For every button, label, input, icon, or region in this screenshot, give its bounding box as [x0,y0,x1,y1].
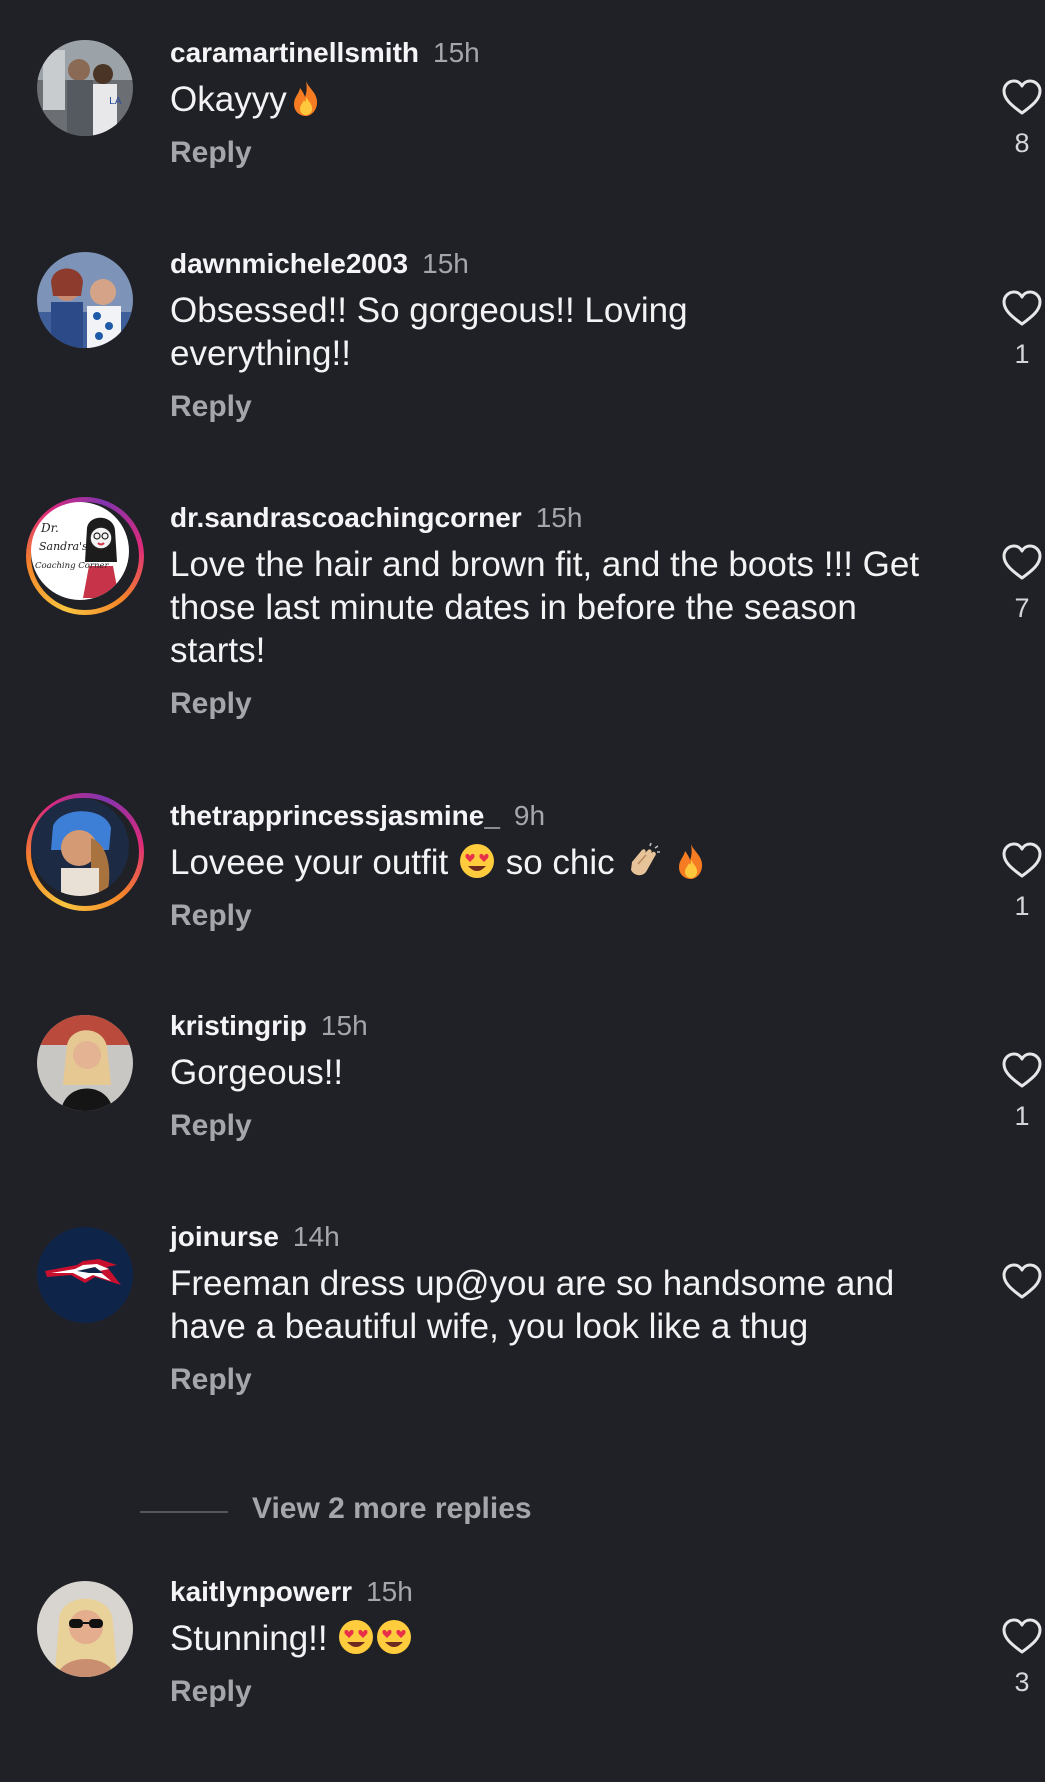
fire-emoji-icon [672,842,710,880]
reply-button[interactable]: Reply [170,135,252,171]
avatar[interactable] [37,1015,133,1111]
comment-time: 14h [292,1221,340,1252]
reply-button[interactable]: Reply [170,1108,252,1144]
comment-username[interactable]: dr.sandrascoachingcorner [170,502,522,533]
heart-outline-icon [1002,79,1042,115]
comment-text: Okayyy [170,78,960,121]
like-button[interactable]: 7 [1000,543,1044,624]
comment-time: 15h [535,502,583,533]
like-count: 8 [1014,128,1030,158]
reply-button[interactable]: Reply [170,389,252,425]
reply-button[interactable]: Reply [170,1362,252,1398]
comment-username[interactable]: kristingrip [170,1010,307,1041]
comment-text: Love the hair and brown fit, and the boo… [170,545,920,670]
comment-time: 15h [366,1576,413,1607]
view-more-replies-label[interactable]: View 2 more replies [252,1492,532,1526]
comment-username[interactable]: caramartinellsmith [170,37,419,68]
avatar[interactable]: LA [37,40,133,136]
heart-outline-icon [1002,290,1042,326]
comment-time: 15h [320,1010,368,1041]
like-button[interactable] [1000,1262,1044,1312]
avatar-story-ring[interactable] [26,793,144,911]
comment-text: Freeman dress up@you are so handsome and… [170,1264,895,1346]
heart-outline-icon [1002,1618,1042,1654]
like-count: 1 [1014,1101,1030,1131]
comment-username[interactable]: dawnmichele2003 [170,248,408,279]
like-count: 1 [1014,339,1030,369]
heart-eyes-emoji-icon [375,1618,413,1656]
heart-outline-icon [1002,1263,1042,1299]
logo-text: Coaching Corner [35,561,109,571]
like-button[interactable]: 8 [1000,78,1044,159]
reply-button[interactable]: Reply [170,686,252,722]
comment-text: Stunning!! [170,1617,960,1660]
logo-text: Sandra's [39,540,88,553]
heart-eyes-emoji-icon [458,842,496,880]
like-count: 1 [1014,891,1030,921]
heart-outline-icon [1002,1052,1042,1088]
like-button[interactable]: 3 [1000,1617,1044,1698]
like-button[interactable]: 1 [1000,841,1044,922]
reply-button[interactable]: Reply [170,898,252,934]
clapping-hands-emoji-icon [624,842,662,880]
svg-text:LA: LA [109,96,122,107]
avatar-story-ring[interactable]: Dr. Sandra's Coaching Corner [26,497,144,615]
comment-text: Obsessed!! So gorgeous!! Loving everythi… [170,291,688,373]
heart-outline-icon [1002,544,1042,580]
comment-username[interactable]: kaitlynpowerr [170,1576,352,1607]
like-count: 3 [1014,1667,1030,1697]
fire-emoji-icon [287,79,325,117]
heart-outline-icon [1002,842,1042,878]
logo-text: Dr. [40,521,59,535]
heart-eyes-emoji-icon [337,1618,375,1656]
comment-username[interactable]: joinurse [170,1221,279,1252]
avatar[interactable] [37,1227,133,1323]
comment-time: 15h [422,248,469,279]
comment-text: Loveee your outfit so chic [170,841,960,884]
comment-time: 15h [433,37,480,68]
avatar[interactable] [37,1581,133,1677]
comment-time: 9h [513,800,546,831]
like-button[interactable]: 1 [1000,1051,1044,1132]
like-button[interactable]: 1 [1000,289,1044,370]
divider [140,1511,228,1513]
comment-username[interactable]: thetrapprincessjasmine_ [170,800,500,831]
like-count: 7 [1014,593,1030,623]
avatar[interactable] [37,252,133,348]
comment-text: Gorgeous!! [170,1053,344,1092]
reply-button[interactable]: Reply [170,1674,252,1710]
